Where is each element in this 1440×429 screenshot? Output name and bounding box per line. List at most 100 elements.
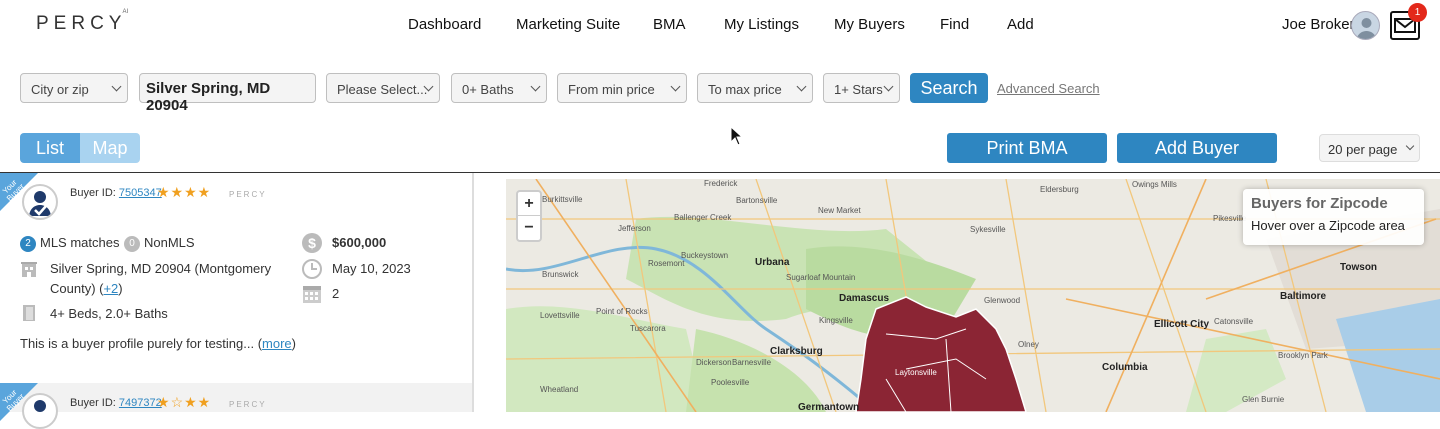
map-label: Barnesville: [732, 358, 772, 367]
map-label: Damascus: [839, 293, 890, 304]
top-header: PERCYAI Dashboard Marketing Suite BMA My…: [0, 0, 1440, 50]
min-price-select[interactable]: From min price: [557, 73, 687, 103]
nonmls-count-badge: 0: [124, 235, 140, 252]
stars-select[interactable]: 1+ Stars: [823, 73, 900, 103]
nav-my-buyers[interactable]: My Buyers: [834, 16, 905, 33]
nav-bma[interactable]: BMA: [653, 16, 686, 33]
baths-select[interactable]: 0+ Baths: [451, 73, 547, 103]
mouse-cursor-icon: [730, 126, 744, 146]
map-label: Brunswick: [542, 270, 579, 279]
map-label: Laytonsville: [895, 368, 937, 377]
user-avatar[interactable]: [1351, 11, 1380, 40]
door-icon: [23, 305, 35, 321]
svg-text:$: $: [308, 235, 316, 251]
tab-list[interactable]: List: [20, 133, 80, 163]
buyer-description: This is a buyer profile purely for testi…: [20, 336, 297, 351]
buyer-price: $600,000: [332, 235, 387, 250]
map-label: Burkittsville: [542, 195, 583, 204]
buyer-avatar[interactable]: [22, 393, 58, 429]
buyer-id-link[interactable]: 7497372: [119, 397, 162, 409]
map-label: Columbia: [1102, 362, 1148, 373]
percy-small-logo: PERCY: [229, 400, 267, 409]
buyer-count: 2: [332, 286, 340, 301]
chevron-down-icon: [530, 81, 541, 92]
zoom-out-button[interactable]: −: [518, 216, 540, 240]
city-zip-select[interactable]: City or zip: [20, 73, 128, 103]
nonmls-matches[interactable]: 0 NonMLS: [124, 233, 195, 253]
map-label: Olney: [1018, 340, 1039, 349]
map-label: New Market: [818, 206, 861, 215]
map-label: Ellicott City: [1154, 319, 1210, 330]
stars-value: 1+ Stars: [834, 82, 883, 97]
per-page-value: 20 per page: [1328, 142, 1398, 157]
map-label: Pikesville: [1213, 214, 1247, 223]
map-label: Lovettsville: [540, 311, 580, 320]
add-buyer-button[interactable]: Add Buyer: [1117, 133, 1277, 163]
advanced-search-link[interactable]: Advanced Search: [997, 81, 1100, 96]
buyer-card-2[interactable]: Your Buyer Buyer ID: 7497372 ★☆★★ PERCY: [0, 383, 472, 429]
buyer-id-link[interactable]: 7505347: [119, 187, 162, 199]
buyer-date: May 10, 2023: [332, 261, 411, 276]
notification-badge: 1: [1408, 3, 1427, 22]
chevron-down-icon: [796, 81, 807, 92]
buyer-avatar[interactable]: [22, 184, 58, 220]
city-zip-value: City or zip: [31, 82, 89, 97]
more-link[interactable]: more: [262, 336, 292, 351]
map-label: Wheatland: [540, 385, 579, 394]
buyer-id: Buyer ID: 7505347: [70, 187, 162, 199]
chevron-down-icon: [670, 81, 681, 92]
map-label: Rosemont: [648, 259, 685, 268]
beds-select[interactable]: Please Select...: [326, 73, 440, 103]
buyer-list: Your Buyer Buyer ID: 7505347 ★★★★ PERCY …: [0, 173, 474, 429]
nav-find[interactable]: Find: [940, 16, 969, 33]
buyer-id: Buyer ID: 7497372: [70, 397, 162, 409]
map-label: Catonsville: [1214, 317, 1254, 326]
print-bma-button[interactable]: Print BMA: [947, 133, 1107, 163]
nonmls-label: NonMLS: [144, 235, 195, 250]
map-label: Tuscarora: [630, 324, 666, 333]
chevron-down-icon: [111, 81, 122, 92]
map-label: Sykesville: [970, 225, 1006, 234]
nav-dashboard[interactable]: Dashboard: [408, 16, 481, 33]
nav-marketing-suite[interactable]: Marketing Suite: [516, 16, 620, 33]
search-button[interactable]: Search: [910, 73, 988, 103]
map-label: Clarksburg: [770, 346, 823, 357]
percy-logo[interactable]: PERCYAI: [36, 9, 132, 35]
legend-title: Buyers for Zipcode: [1251, 195, 1388, 212]
map-label: Baltimore: [1280, 291, 1327, 302]
map-label: Glen Burnie: [1242, 395, 1285, 404]
map-label: Bartonsville: [736, 196, 778, 205]
nav-add[interactable]: Add: [1007, 16, 1034, 33]
max-price-select[interactable]: To max price: [697, 73, 813, 103]
min-price-value: From min price: [568, 82, 655, 97]
zoom-control: + −: [516, 190, 542, 242]
buyer-location: Silver Spring, MD 20904 (Montgomery Count…: [50, 261, 272, 296]
map-label: Eldersburg: [1040, 185, 1079, 194]
per-page-select[interactable]: 20 per page: [1319, 134, 1420, 162]
beds-baths: 4+ Beds, 2.0+ Baths: [50, 306, 168, 321]
nav-my-listings[interactable]: My Listings: [724, 16, 799, 33]
more-locations-link[interactable]: +2: [103, 281, 118, 296]
map-label: Jefferson: [618, 224, 651, 233]
map-label: Owings Mills: [1132, 180, 1177, 189]
zoom-in-button[interactable]: +: [518, 192, 540, 216]
map-label: Sugarloaf Mountain: [786, 273, 856, 282]
map-label: Urbana: [755, 257, 790, 268]
map-label: Brooklyn Park: [1278, 351, 1328, 360]
max-price-value: To max price: [708, 82, 782, 97]
percy-small-logo: PERCY: [229, 190, 267, 199]
calendar-icon: [303, 286, 321, 303]
legend-subtitle: Hover over a Zipcode area: [1251, 218, 1405, 233]
tab-map[interactable]: Map: [80, 133, 140, 163]
chevron-down-icon: [1405, 141, 1415, 151]
mls-matches[interactable]: 2 MLS matches: [20, 233, 119, 253]
building-icon: [21, 262, 37, 277]
map-label: Germantown: [798, 402, 860, 412]
star-rating: ★★★★: [157, 184, 212, 200]
dollar-icon: $: [302, 233, 322, 253]
map-label: Towson: [1340, 262, 1378, 273]
user-name[interactable]: Joe Broker: [1282, 16, 1355, 33]
location-input[interactable]: Silver Spring, MD 20904: [139, 73, 316, 114]
zipcode-legend: Buyers for Zipcode Hover over a Zipcode …: [1243, 189, 1424, 245]
star-rating: ★☆★★: [157, 394, 212, 410]
